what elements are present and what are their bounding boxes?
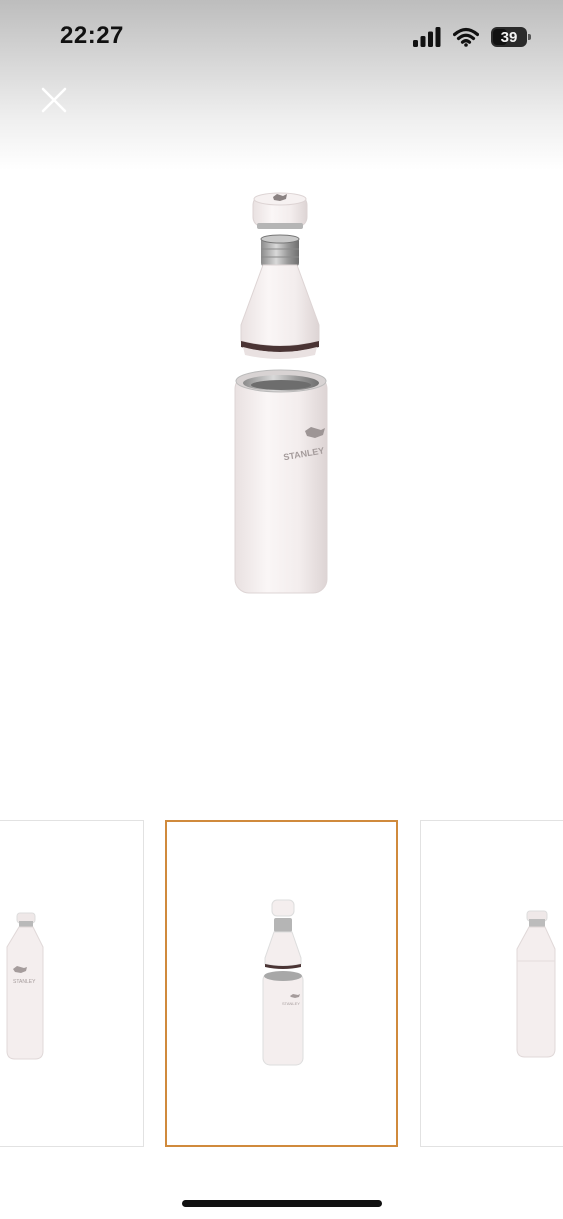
close-button[interactable] [36,82,72,118]
thumbnail-2-selected[interactable]: STANLEY [165,820,398,1147]
status-bar: 22:27 39 [0,0,563,70]
home-indicator[interactable] [182,1200,382,1207]
thumbnail-3[interactable] [420,820,563,1147]
signal-icon [413,27,441,47]
battery-icon: 39 [491,27,531,47]
main-product-image[interactable]: STANLEY [181,185,381,605]
status-time: 22:27 [60,22,124,49]
thumbnail-1-image: STANLEY [6,912,44,1060]
thumbnail-2-image: STANLEY [262,899,304,1066]
thumbnail-2-brand-text: STANLEY [282,1001,300,1006]
thumbnail-3-image [516,910,556,1058]
close-icon [41,87,67,113]
battery-level: 39 [500,28,518,46]
thumbnail-1[interactable]: STANLEY [0,820,144,1147]
status-icons: 39 [413,26,531,48]
thumbnail-1-brand-text: STANLEY [13,979,36,985]
wifi-icon [453,27,479,47]
